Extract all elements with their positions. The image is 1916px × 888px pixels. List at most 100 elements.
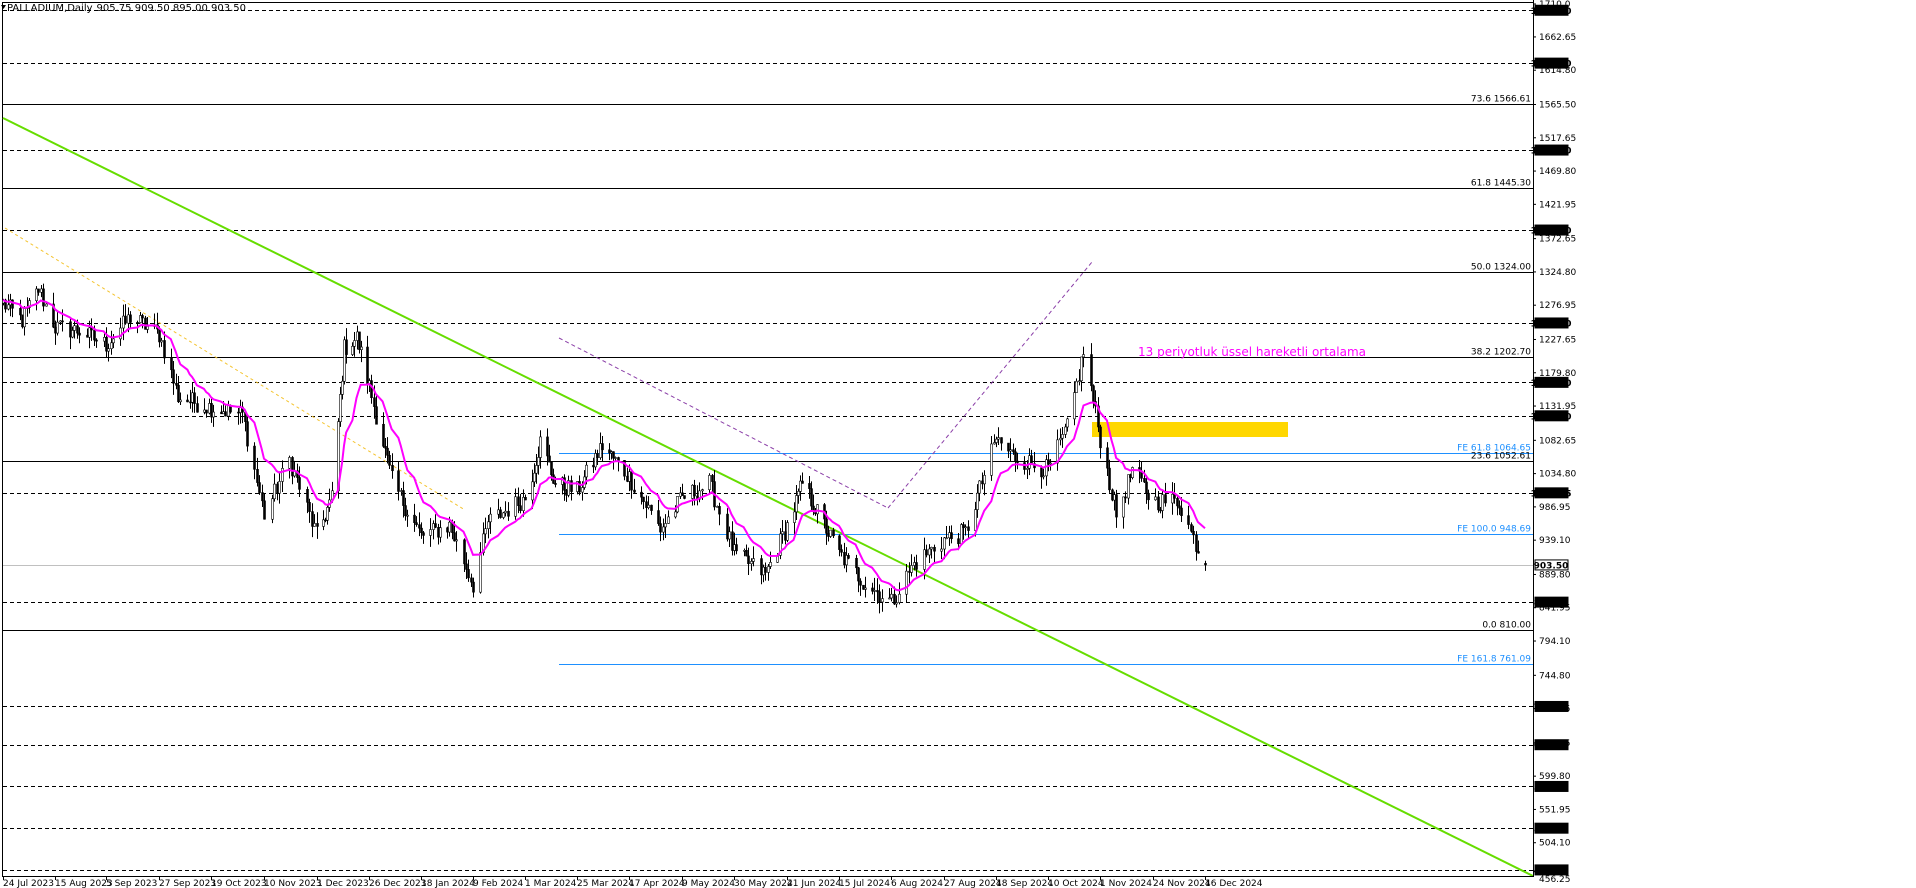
candle-body (256, 469, 259, 483)
candle-body (489, 513, 492, 523)
candle-body (1061, 434, 1064, 439)
descending-trendline (2, 117, 1534, 877)
candle-body (186, 399, 189, 403)
candle-body (1082, 354, 1085, 358)
candle-body (88, 327, 91, 338)
candle-body (175, 382, 178, 386)
candle-body (1145, 481, 1148, 494)
candle-body (429, 529, 432, 536)
candle-body (859, 580, 862, 586)
support-zone-rect (1092, 422, 1288, 437)
candle-body (61, 320, 64, 323)
candle-body (840, 549, 843, 553)
candle-body (1122, 496, 1125, 518)
candle-body (479, 552, 482, 593)
candle-body (1106, 447, 1109, 469)
candle-body (1045, 459, 1048, 477)
candle-body (160, 340, 163, 343)
candle-body (1066, 418, 1069, 428)
candle-body (1090, 354, 1093, 387)
candle-body (905, 570, 908, 595)
candle-body (191, 392, 194, 403)
candle-body (524, 497, 527, 501)
candle-body (890, 593, 893, 599)
candle-body (105, 337, 108, 352)
candle-body (647, 504, 650, 508)
candle-body (1131, 467, 1134, 478)
time-tick-label: 15 Aug 2023 (55, 879, 113, 888)
candle-body (124, 315, 127, 324)
candle-body (402, 490, 405, 506)
candle-body (664, 523, 667, 528)
candle-body (855, 557, 858, 569)
price-axis[interactable]: 1710.01662.651614.801565.501517.651469.8… (1531, 0, 1577, 885)
candle-body (978, 480, 981, 494)
candle-body (370, 380, 373, 398)
price-tick-label: 504.10 (1539, 839, 1571, 849)
candle-body (650, 504, 653, 511)
candle-body (1073, 392, 1076, 420)
candle-body (657, 510, 660, 524)
candle-body (531, 481, 534, 501)
candle-body (1016, 460, 1019, 463)
candle-body (406, 514, 409, 517)
time-axis[interactable]: 24 Jul 2023 15 Aug 20235 Sep 2023 27 Sep 2… (3, 876, 1533, 888)
price-tick-label: 1276.95 (1539, 301, 1576, 311)
candle-body (910, 565, 913, 573)
support-zone-layer (1092, 422, 1288, 437)
candle-body (550, 461, 553, 476)
candle-body (210, 403, 213, 418)
candle-body (507, 510, 510, 517)
candle-body (1143, 477, 1146, 483)
candle-body (786, 522, 789, 541)
candle-body (676, 496, 679, 513)
time-tick-label: 1 Dec 2023 (317, 879, 369, 888)
candle-body (1040, 467, 1043, 478)
candle-body (208, 403, 211, 414)
candle-body (37, 288, 40, 293)
time-tick-label: 9 May 2024 (682, 879, 735, 888)
price-tick-label: 1517.65 (1539, 134, 1576, 144)
candles-layer (2, 283, 1207, 614)
candle-body (467, 569, 470, 579)
candle-body (578, 481, 581, 493)
candle-body (1178, 505, 1181, 509)
candle-body (633, 489, 636, 493)
candle-body (881, 598, 884, 603)
candle-body (539, 436, 542, 458)
candle-body (1197, 551, 1200, 554)
candle-body (103, 337, 106, 342)
candle-body (470, 577, 473, 583)
price-level-tag-label: 850.00 (1534, 599, 1569, 609)
price-tick-label: 551.95 (1539, 805, 1571, 815)
candle-body (1115, 494, 1118, 518)
candle-body (177, 384, 180, 403)
price-level-tag: 1007.15 (1531, 487, 1572, 499)
fib-level-label: 0.0 810.00 (1482, 621, 1531, 631)
candle-body (943, 537, 946, 550)
candle-body (56, 321, 59, 334)
price-level-tag: 1625.00 (1531, 57, 1572, 70)
candle-body (1147, 492, 1150, 501)
candle-body (950, 532, 953, 540)
candle-body (448, 521, 451, 533)
price-level-tag: 525.00 (1534, 822, 1569, 835)
price-level-tag-label: 1117.90 (1531, 412, 1572, 422)
price-tick-label: 986.95 (1539, 503, 1571, 513)
candle-body (617, 457, 620, 461)
candle-body (146, 326, 149, 330)
candle-body (487, 521, 490, 529)
candle-body (642, 496, 645, 503)
chart-canvas[interactable]: 73.6 1566.61 61.8 1445.30 50.0 1324.00 38.2… (0, 0, 1916, 888)
candle-body (640, 491, 643, 498)
price-level-tag-label: 1251.40 (1531, 319, 1572, 329)
candle-body (832, 529, 835, 537)
candle-body (502, 512, 505, 518)
candle-body (127, 314, 130, 324)
candle-body (1059, 437, 1062, 441)
candle-body (816, 504, 819, 515)
fib-extension-label: FE 61.8 1064.65 (1457, 444, 1531, 454)
candle-body (1192, 530, 1195, 536)
candle-body (69, 321, 72, 338)
price-tick-label: 1082.65 (1539, 436, 1576, 446)
